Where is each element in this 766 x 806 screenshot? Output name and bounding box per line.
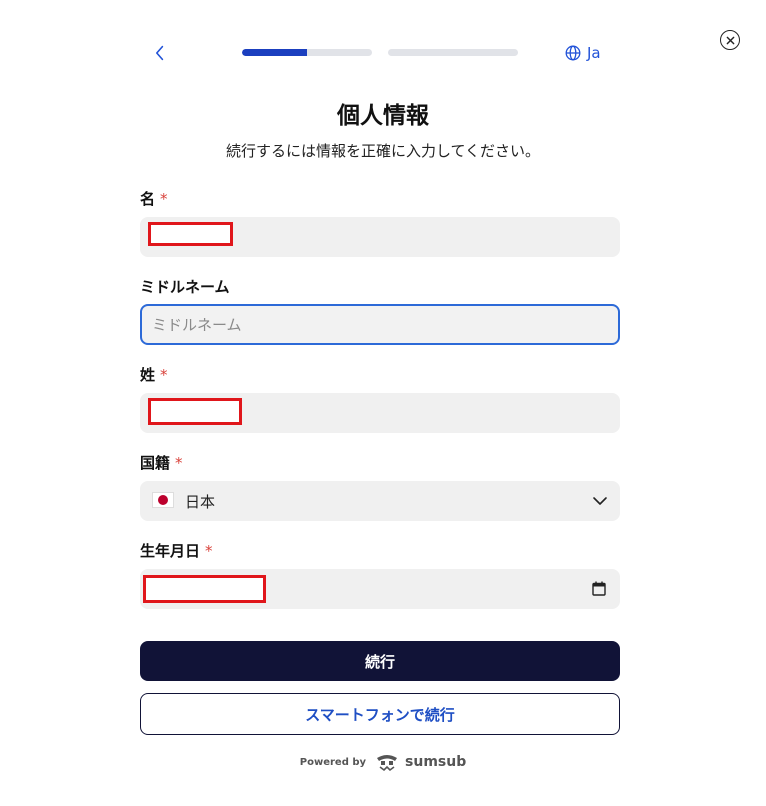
- language-selector[interactable]: Ja: [565, 42, 601, 64]
- nationality-label: 国籍 *: [140, 452, 183, 473]
- first-name-label-text: 名: [140, 190, 156, 208]
- first-name-label: 名 *: [140, 188, 168, 209]
- sumsub-logo: sumsub: [374, 752, 466, 772]
- chevron-left-icon: [155, 45, 164, 61]
- required-mark: *: [160, 189, 168, 208]
- middle-name-input[interactable]: [142, 306, 618, 343]
- sumsub-logo-icon: [377, 755, 398, 772]
- powered-by-text: Powered by: [299, 756, 367, 768]
- brand-name: sumsub: [405, 754, 467, 770]
- language-label: Ja: [587, 44, 601, 62]
- continue-on-phone-button[interactable]: スマートフォンで続行: [140, 693, 620, 735]
- last-name-field[interactable]: [140, 393, 620, 433]
- redaction-box: [143, 575, 266, 603]
- page-subtitle: 続行するには情報を正確に入力してください。: [225, 142, 541, 160]
- calendar-icon[interactable]: [592, 581, 606, 596]
- japan-flag-icon: [152, 492, 174, 508]
- nationality-select[interactable]: 日本: [140, 481, 620, 521]
- birth-date-label-text: 生年月日: [140, 542, 201, 560]
- back-button[interactable]: [150, 42, 170, 64]
- progress-step-2: [388, 49, 518, 56]
- redaction-box: [148, 222, 233, 246]
- redaction-box: [148, 398, 242, 425]
- nationality-value: 日本: [185, 493, 216, 511]
- chevron-down-icon: [593, 497, 607, 505]
- middle-name-field[interactable]: [140, 304, 620, 345]
- birth-date-label: 生年月日 *: [140, 540, 213, 561]
- middle-name-label: ミドルネーム: [140, 276, 230, 297]
- birth-date-field[interactable]: [140, 569, 620, 609]
- page-title: 個人情報: [337, 103, 429, 129]
- globe-icon: [565, 45, 581, 61]
- close-button[interactable]: [720, 30, 740, 50]
- last-name-label-text: 姓: [140, 366, 156, 384]
- last-name-label: 姓 *: [140, 364, 168, 385]
- close-circle-icon: [726, 36, 734, 44]
- required-mark: *: [160, 365, 168, 384]
- middle-name-label-text: ミドルネーム: [140, 278, 230, 296]
- required-mark: *: [205, 541, 213, 560]
- first-name-field[interactable]: [140, 217, 620, 257]
- powered-by-footer: Powered by sumsub: [0, 752, 766, 772]
- continue-button[interactable]: 続行: [140, 641, 620, 681]
- required-mark: *: [175, 453, 183, 472]
- progress-step-1: [242, 49, 372, 56]
- nationality-label-text: 国籍: [140, 454, 171, 472]
